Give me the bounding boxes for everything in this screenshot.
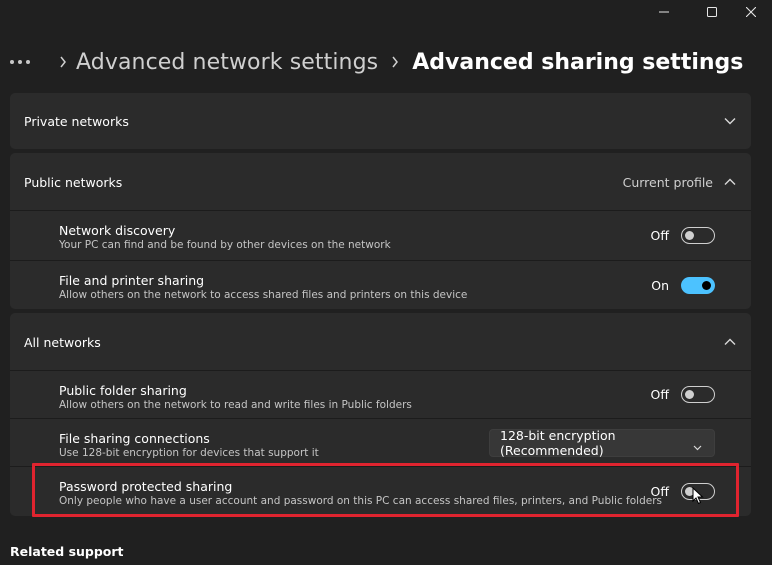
close-icon bbox=[746, 7, 756, 17]
toggle-state-label: Off bbox=[650, 228, 669, 243]
title-bar bbox=[0, 0, 772, 24]
dropdown-value: 128-bit encryption (Recommended) bbox=[500, 427, 616, 458]
minimize-icon bbox=[659, 11, 669, 13]
setting-row-password-protected-sharing: Password protected sharing Only people w… bbox=[10, 466, 751, 516]
toggle-state-label: On bbox=[651, 277, 669, 293]
maximize-icon bbox=[707, 7, 717, 17]
breadcrumb-chevron-icon bbox=[382, 56, 408, 68]
breadcrumb: Advanced network settings Advanced shari… bbox=[10, 44, 743, 80]
setting-row-file-sharing-connections: File sharing connections Use 128-bit enc… bbox=[10, 418, 751, 466]
setting-row-network-discovery: Network discovery Your PC can find and b… bbox=[10, 210, 751, 260]
private-networks-header[interactable]: Private networks bbox=[10, 93, 751, 149]
setting-description: Allow others on the network to read and … bbox=[59, 399, 412, 411]
chevron-up-icon bbox=[723, 338, 737, 346]
toggle-state-label: Off bbox=[650, 484, 669, 499]
setting-title: File sharing connections bbox=[59, 431, 210, 446]
setting-title: Network discovery bbox=[59, 223, 176, 238]
file-printer-sharing-toggle[interactable] bbox=[681, 276, 715, 294]
current-profile-label: Current profile bbox=[622, 174, 713, 190]
mouse-cursor-icon bbox=[692, 487, 704, 505]
public-networks-header[interactable]: Public networks Current profile bbox=[10, 153, 751, 211]
setting-description: Allow others on the network to access sh… bbox=[59, 289, 468, 301]
setting-title: Public folder sharing bbox=[59, 383, 187, 398]
close-button[interactable] bbox=[731, 0, 771, 24]
chevron-down-icon bbox=[723, 117, 737, 125]
setting-title: Password protected sharing bbox=[59, 479, 233, 494]
public-folder-sharing-toggle[interactable] bbox=[681, 386, 715, 403]
section-label: All networks bbox=[24, 334, 101, 350]
toggle-state-label: Off bbox=[650, 387, 669, 402]
setting-row-file-printer-sharing: File and printer sharing Allow others on… bbox=[10, 260, 751, 309]
maximize-button[interactable] bbox=[692, 0, 732, 24]
minimize-button[interactable] bbox=[644, 0, 684, 24]
private-networks-section[interactable]: Private networks bbox=[10, 93, 751, 149]
chevron-down-icon bbox=[693, 439, 702, 454]
breadcrumb-parent-link[interactable]: Advanced network settings bbox=[76, 50, 378, 75]
setting-description: Your PC can find and be found by other d… bbox=[59, 239, 391, 251]
page-title: Advanced sharing settings bbox=[412, 49, 744, 75]
setting-description: Only people who have a user account and … bbox=[59, 495, 663, 507]
related-support-heading: Related support bbox=[10, 544, 124, 559]
breadcrumb-chevron-icon bbox=[50, 56, 76, 68]
section-label: Public networks bbox=[24, 174, 123, 190]
network-discovery-toggle[interactable] bbox=[681, 227, 715, 244]
setting-row-public-folder-sharing: Public folder sharing Allow others on th… bbox=[10, 370, 751, 418]
all-networks-header[interactable]: All networks bbox=[10, 313, 751, 371]
more-dots-icon[interactable] bbox=[10, 60, 36, 64]
setting-description: Use 128-bit encryption for devices that … bbox=[59, 447, 319, 459]
public-networks-section: Public networks Current profile Network … bbox=[10, 153, 751, 309]
all-networks-section: All networks Public folder sharing Allow… bbox=[10, 313, 751, 516]
encryption-dropdown[interactable]: 128-bit encryption (Recommended) bbox=[489, 427, 715, 458]
section-label: Private networks bbox=[24, 113, 129, 129]
setting-title: File and printer sharing bbox=[59, 273, 205, 288]
chevron-up-icon bbox=[723, 178, 737, 186]
